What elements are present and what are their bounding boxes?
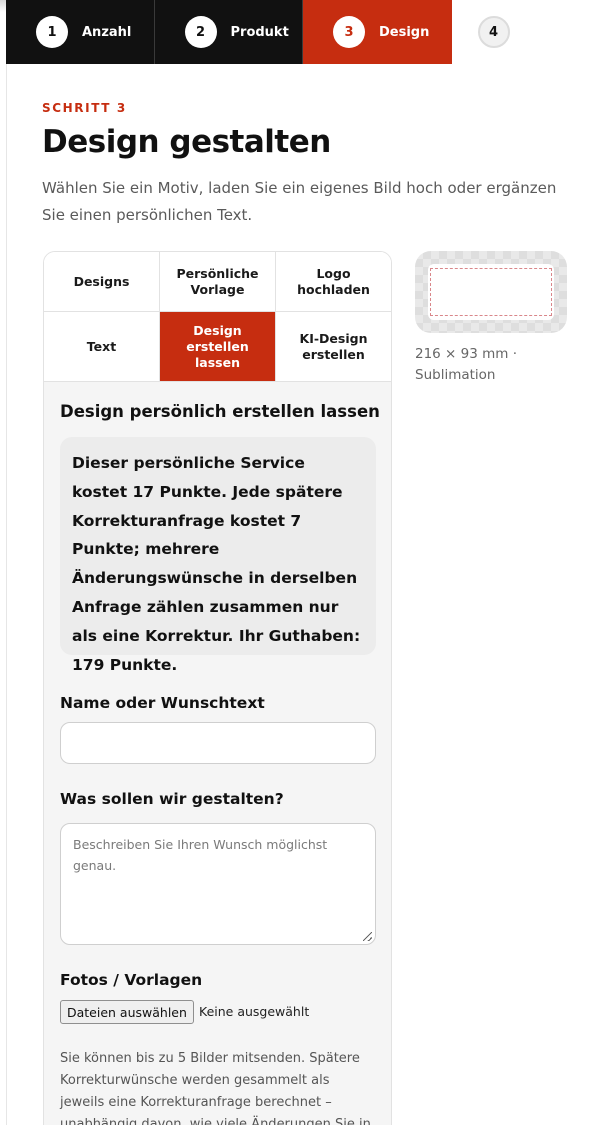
step-number: 4 bbox=[477, 16, 510, 48]
step-anzahl[interactable]: 1 Anzahl bbox=[6, 0, 155, 64]
print-area bbox=[428, 264, 554, 320]
wish-placeholder: Beschreiben Sie Ihren Wunsch möglichst g… bbox=[73, 837, 328, 873]
step-navigation: 1 Anzahl 2 Produkt 3 Design 4 bbox=[6, 0, 600, 64]
photos-label: Fotos / Vorlagen bbox=[60, 971, 203, 989]
choose-files-button[interactable]: Dateien auswählen bbox=[60, 1000, 194, 1024]
step-label: Anzahl bbox=[82, 24, 132, 40]
design-tabs: Designs Persönliche Vorlage Logo hochlad… bbox=[44, 252, 391, 382]
safe-zone-outline bbox=[430, 268, 552, 316]
page-subtitle: Wählen Sie ein Motiv, laden Sie ein eige… bbox=[42, 179, 557, 224]
tab-designs[interactable]: Designs bbox=[44, 252, 160, 312]
page-title: Design gestalten bbox=[42, 124, 331, 160]
step-label: Produkt bbox=[230, 24, 289, 40]
step-number: 2 bbox=[184, 16, 217, 48]
step-4[interactable]: 4 bbox=[451, 0, 600, 64]
step-design[interactable]: 3 Design bbox=[303, 0, 452, 64]
product-preview bbox=[415, 251, 567, 333]
step-produkt[interactable]: 2 Produkt bbox=[154, 0, 303, 64]
tab-ai-design[interactable]: KI-Design erstellen bbox=[276, 312, 391, 382]
step-label: Design bbox=[379, 24, 430, 40]
upload-note: Sie können bis zu 5 Bilder mitsenden. Sp… bbox=[60, 1051, 371, 1125]
page-border bbox=[6, 64, 7, 1125]
section-heading: Design persönlich erstellen lassen bbox=[60, 402, 380, 421]
tab-logo-upload[interactable]: Logo hochladen bbox=[276, 252, 391, 312]
tab-personal-template[interactable]: Persönliche Vorlage bbox=[160, 252, 276, 312]
tab-design-service[interactable]: Design erstellen lassen bbox=[160, 312, 276, 382]
wish-label: Was sollen wir gestalten? bbox=[60, 790, 284, 808]
name-label: Name oder Wunschtext bbox=[60, 694, 265, 712]
wish-textarea[interactable]: Beschreiben Sie Ihren Wunsch möglichst g… bbox=[60, 823, 376, 945]
step-number: 1 bbox=[36, 16, 68, 48]
resize-handle-icon[interactable] bbox=[363, 932, 372, 941]
tab-text[interactable]: Text bbox=[44, 312, 160, 382]
step-eyebrow: SCHRITT 3 bbox=[42, 101, 127, 115]
service-info-box: Dieser persönliche Service kostet 17 Pun… bbox=[60, 437, 376, 674]
step-number: 3 bbox=[333, 16, 365, 48]
file-status: Keine ausgewählt bbox=[199, 1004, 310, 1019]
design-panel: Designs Persönliche Vorlage Logo hochlad… bbox=[43, 251, 392, 1125]
name-input[interactable] bbox=[60, 722, 376, 764]
preview-caption: 216 × 93 mm · Sublimation bbox=[415, 346, 518, 383]
